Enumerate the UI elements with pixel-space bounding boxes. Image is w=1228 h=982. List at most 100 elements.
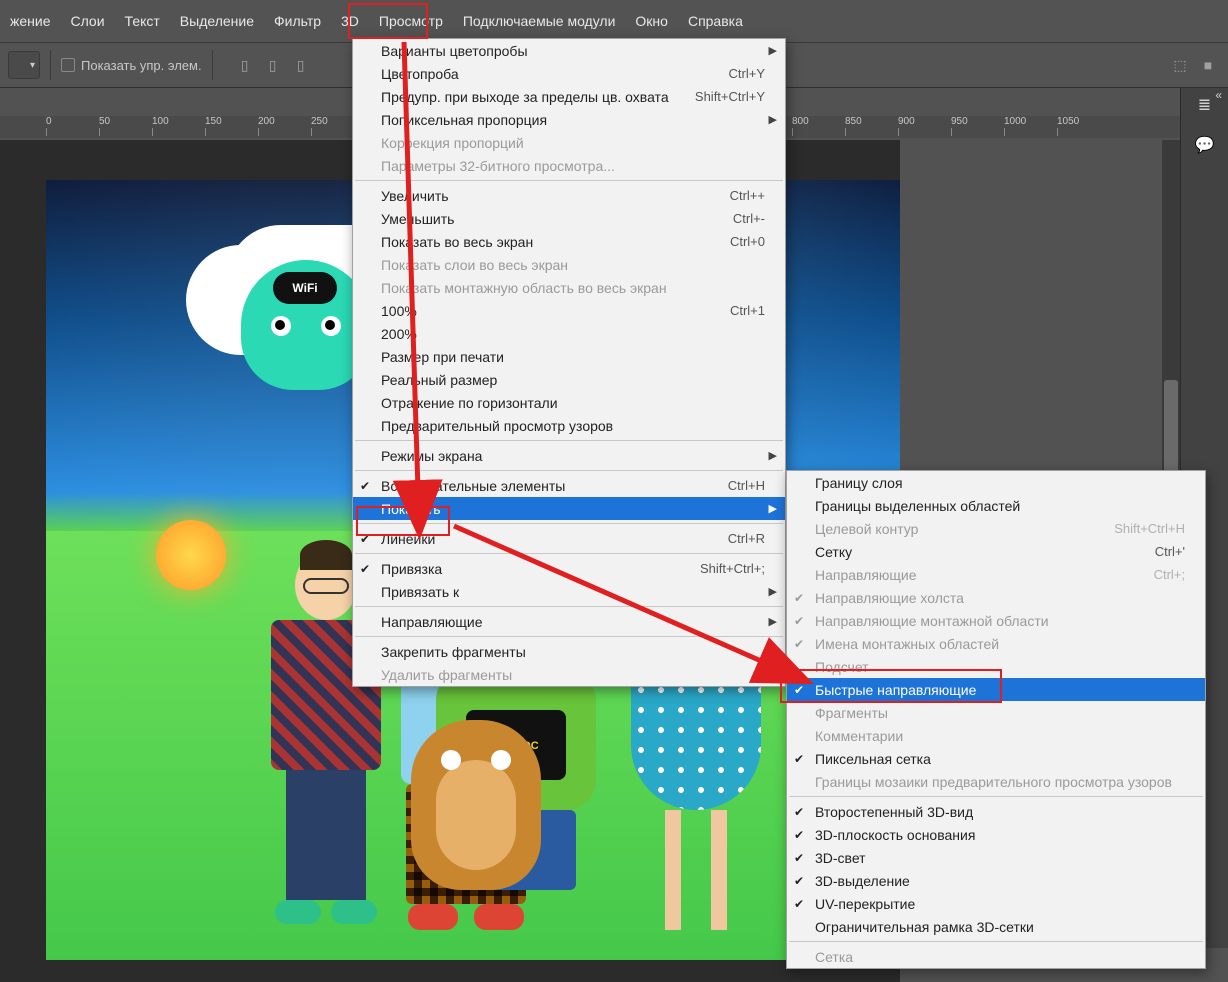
ruler-tick: 1050	[1057, 116, 1079, 127]
menubar-item-подключаемые модули[interactable]: Подключаемые модули	[453, 0, 626, 42]
separator	[50, 50, 51, 80]
ruler-tick: 950	[951, 116, 968, 127]
ruler-tick: 150	[205, 116, 222, 127]
view-menu-item-27[interactable]: Привязать к▶	[353, 580, 785, 603]
menu-item-label: Ограничительная рамка 3D-сетки	[815, 919, 1034, 935]
menu-shortcut: Ctrl+H	[728, 478, 765, 493]
ruler-tick: 800	[792, 116, 809, 127]
align-center-icon[interactable]: ▯	[261, 53, 285, 77]
show-submenu-item-17[interactable]: ✔3D-свет	[787, 846, 1205, 869]
menu-item-label: 3D-свет	[815, 850, 866, 866]
menu-separator	[355, 470, 783, 471]
view-menu-item-12[interactable]: 100%Ctrl+1	[353, 299, 785, 322]
menu-item-label: Коррекция пропорций	[381, 135, 524, 151]
view-menu-item-1[interactable]: ЦветопробаCtrl+Y	[353, 62, 785, 85]
show-submenu-item-12[interactable]: ✔Пиксельная сетка	[787, 747, 1205, 770]
view-menu-item-8[interactable]: Уменьшить Ctrl+-	[353, 207, 785, 230]
show-submenu-item-3[interactable]: СеткуCtrl+'	[787, 540, 1205, 563]
menu-shortcut: Ctrl+-	[733, 211, 765, 226]
menubar-item-слои[interactable]: Слои	[61, 0, 115, 42]
show-submenu-item-18[interactable]: ✔3D-выделение	[787, 869, 1205, 892]
main-menubar: жениеСлоиТекстВыделениеФильтр3DПросмотрП…	[0, 0, 1228, 42]
menu-item-label: Линейки	[381, 531, 435, 547]
menu-separator	[355, 180, 783, 181]
view-menu-item-26[interactable]: ✔ПривязкаShift+Ctrl+;	[353, 557, 785, 580]
menubar-item-жение[interactable]: жение	[0, 0, 61, 42]
right-icons-group: ⬚ ■	[1168, 53, 1220, 77]
view-menu-item-21[interactable]: ✔Вспомогательные элементыCtrl+H	[353, 474, 785, 497]
menu-item-label: Подсчет	[815, 659, 869, 675]
view-menu-item-24[interactable]: ✔ЛинейкиCtrl+R	[353, 527, 785, 550]
view-menu-item-0[interactable]: Варианты цветопробы▶	[353, 39, 785, 62]
menu-item-label: 200%	[381, 326, 417, 342]
show-submenu-item-16[interactable]: ✔ 3D-плоскость основания	[787, 823, 1205, 846]
menu-item-label: Пиксельная сетка	[815, 751, 931, 767]
show-submenu-item-0[interactable]: Границу слоя	[787, 471, 1205, 494]
menubar-item-фильтр[interactable]: Фильтр	[264, 0, 331, 42]
menu-item-label: Направляющие	[381, 614, 483, 630]
menu-item-label: Закрепить фрагменты	[381, 644, 526, 660]
show-submenu-item-9[interactable]: ✔Быстрые направляющие	[787, 678, 1205, 701]
show-submenu-item-6: ✔Направляющие монтажной области	[787, 609, 1205, 632]
view-menu-item-5: Параметры 32-битного просмотра...	[353, 154, 785, 177]
3d-mode-icon[interactable]: ⬚	[1168, 53, 1192, 77]
view-menu-item-22[interactable]: Показать▶	[353, 497, 785, 520]
panel-icon-1[interactable]: ≣	[1194, 94, 1216, 116]
ruler-tick: 850	[845, 116, 862, 127]
menu-item-label: UV-перекрытие	[815, 896, 915, 912]
menu-item-label: Привязать к	[381, 584, 459, 600]
show-controls-checkbox[interactable]: Показать упр. элем.	[61, 58, 202, 73]
check-icon: ✔	[794, 874, 804, 888]
menu-shortcut: Ctrl+;	[1154, 567, 1185, 582]
menu-item-label: Увеличить	[381, 188, 449, 204]
view-menu-item-15[interactable]: Реальный размер	[353, 368, 785, 391]
menu-shortcut: Ctrl+0	[730, 234, 765, 249]
wifi-orb	[156, 520, 226, 590]
view-dropdown-menu: Варианты цветопробы▶ЦветопробаCtrl+YПред…	[352, 38, 786, 687]
menubar-item-текст[interactable]: Текст	[115, 0, 170, 42]
collapse-arrow-icon[interactable]: «	[1215, 88, 1222, 102]
menu-item-label: Направляющие	[815, 567, 917, 583]
menu-separator	[355, 553, 783, 554]
menu-item-label: Предварительный просмотр узоров	[381, 418, 613, 434]
show-submenu-item-19[interactable]: ✔ UV-перекрытие	[787, 892, 1205, 915]
view-menu-item-17[interactable]: Предварительный просмотр узоров	[353, 414, 785, 437]
check-icon: ✔	[794, 828, 804, 842]
menu-item-label: Режимы экрана	[381, 448, 482, 464]
menu-item-label: Попиксельная пропорция	[381, 112, 547, 128]
menu-item-label: Привязка	[381, 561, 442, 577]
menubar-item-справка[interactable]: Справка	[678, 0, 753, 42]
ruler-tick: 900	[898, 116, 915, 127]
view-menu-item-14[interactable]: Размер при печати	[353, 345, 785, 368]
check-icon: ✔	[794, 897, 804, 911]
align-left-icon[interactable]: ▯	[233, 53, 257, 77]
camera-icon[interactable]: ■	[1196, 53, 1220, 77]
view-menu-item-19[interactable]: Режимы экрана▶	[353, 444, 785, 467]
show-submenu-item-20[interactable]: Ограничительная рамка 3D-сетки	[787, 915, 1205, 938]
menubar-item-окно[interactable]: Окно	[625, 0, 678, 42]
view-menu-item-7[interactable]: УвеличитьCtrl++	[353, 184, 785, 207]
view-menu-item-29[interactable]: Направляющие▶	[353, 610, 785, 633]
align-right-icon[interactable]: ▯	[289, 53, 313, 77]
submenu-arrow-icon: ▶	[769, 502, 777, 515]
view-menu-item-13[interactable]: 200%	[353, 322, 785, 345]
show-submenu-item-15[interactable]: ✔Второстепенный 3D-вид	[787, 800, 1205, 823]
panel-icon-comment[interactable]: 💬	[1194, 134, 1216, 156]
menu-item-label: Направляющие холста	[815, 590, 964, 606]
view-menu-item-9[interactable]: Показать во весь экранCtrl+0	[353, 230, 785, 253]
view-menu-item-31[interactable]: Закрепить фрагменты	[353, 640, 785, 663]
show-submenu-item-1[interactable]: Границы выделенных областей	[787, 494, 1205, 517]
view-menu-item-3[interactable]: Попиксельная пропорция▶	[353, 108, 785, 131]
check-icon: ✔	[360, 532, 370, 546]
menu-item-label: Вспомогательные элементы	[381, 478, 565, 494]
show-submenu-item-7: ✔Имена монтажных областей	[787, 632, 1205, 655]
menubar-item-просмотр[interactable]: Просмотр	[369, 0, 453, 42]
menu-item-label: Уменьшить	[381, 211, 454, 227]
view-menu-item-2[interactable]: Предупр. при выходе за пределы цв. охват…	[353, 85, 785, 108]
menu-item-label: 3D-плоскость основания	[815, 827, 975, 843]
tool-preset-dropdown[interactable]: ▾	[8, 51, 40, 79]
menubar-item-3d[interactable]: 3D	[331, 0, 369, 42]
view-menu-item-16[interactable]: Отражение по горизонтали	[353, 391, 785, 414]
menubar-item-выделение[interactable]: Выделение	[170, 0, 264, 42]
character-beaver	[396, 720, 556, 930]
